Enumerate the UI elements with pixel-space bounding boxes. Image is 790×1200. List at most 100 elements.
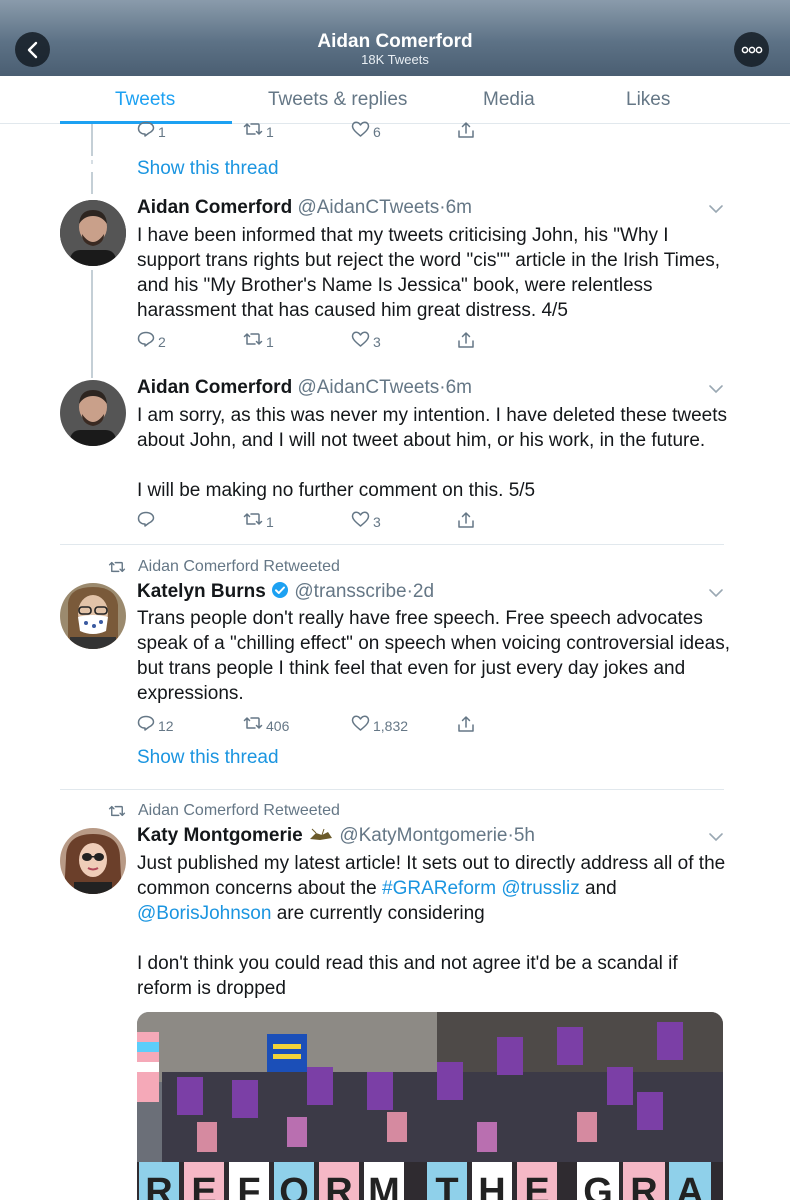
retweet-icon [243, 717, 263, 729]
chevron-down-icon[interactable] [708, 384, 724, 394]
tweet-line-text: and [579, 878, 617, 899]
tweet-author-line: Katelyn Burns @transscribe·2d [137, 581, 434, 603]
share-button[interactable] [457, 511, 475, 529]
avatar[interactable] [60, 380, 126, 446]
retweeted-by: Aidan Comerford Retweeted [108, 802, 340, 820]
reply-button[interactable]: 1 [137, 121, 166, 140]
svg-text:R: R [325, 1171, 352, 1200]
author-handle[interactable]: @transscribe [294, 581, 406, 602]
author-name[interactable]: Katelyn Burns [137, 581, 266, 602]
thread-line [91, 270, 93, 378]
svg-text:F: F [237, 1171, 260, 1200]
tweet-line: Just published my latest article! It set… [137, 853, 726, 874]
mention-link[interactable]: @BorisJohnson [137, 903, 271, 924]
author-handle[interactable]: @AidanCTweets [297, 197, 439, 218]
svg-text:M: M [368, 1171, 400, 1200]
tweet-media-photo[interactable]: R E F O R M T H E G R A [137, 1012, 723, 1200]
reply-icon [137, 511, 155, 527]
tweet-actions: 12 406 1,832 [137, 715, 497, 737]
tweet-line: I will be making no further comment on t… [137, 480, 536, 501]
cricket-emoji-icon [310, 828, 333, 840]
author-name[interactable]: Aidan Comerford [137, 197, 292, 218]
tweet-actions: 1 1 6 [137, 121, 497, 143]
tweet-line-text: common concerns about the [137, 878, 383, 899]
retweet-button[interactable]: 1 [243, 331, 274, 350]
tweet-line: about John, and I will not tweet about h… [137, 430, 706, 451]
profile-header: Aidan Comerford 18K Tweets [0, 0, 790, 76]
retweeted-label[interactable]: Aidan Comerford Retweeted [138, 558, 340, 576]
avatar-photo [60, 200, 126, 266]
profile-name: Aidan Comerford [317, 31, 473, 52]
like-button[interactable]: 1,832 [351, 715, 409, 734]
thread-line [91, 172, 93, 194]
reply-icon [137, 331, 155, 347]
retweet-button[interactable]: 1 [243, 511, 274, 530]
like-button[interactable]: 3 [351, 511, 381, 530]
reply-button[interactable] [137, 511, 158, 527]
avatar[interactable] [60, 828, 126, 894]
tweet-text: Trans people don't really have free spee… [137, 606, 737, 706]
svg-text:O: O [279, 1171, 309, 1200]
like-button[interactable]: 3 [351, 331, 381, 350]
svg-text:E: E [524, 1171, 549, 1200]
tweet-text: I am sorry, as this was never my intenti… [137, 403, 737, 503]
tweet-line: common concerns about the #GRAReform @tr… [137, 876, 747, 901]
profile-tabs: Tweets Tweets & replies Media Likes [0, 76, 790, 124]
like-count: 1,832 [373, 718, 409, 734]
show-thread-link[interactable]: Show this thread [137, 158, 279, 180]
svg-text:R: R [145, 1171, 172, 1200]
share-button[interactable] [457, 331, 475, 349]
reply-count: 1 [158, 124, 166, 140]
like-button[interactable]: 6 [351, 121, 381, 140]
tweet-time: ·2d [406, 581, 435, 602]
protest-photo: R E F O R M T H E G R A [137, 1012, 723, 1200]
retweet-icon [108, 561, 126, 573]
more-dots-icon [741, 46, 762, 53]
tab-media[interactable]: Media [483, 89, 535, 111]
retweet-icon [243, 123, 263, 135]
show-thread-link[interactable]: Show this thread [137, 747, 279, 769]
tweet-count: 18K Tweets [361, 52, 429, 67]
tweet-line: Trans people don't really have free spee… [137, 608, 703, 629]
retweet-count: 1 [266, 334, 274, 350]
reply-button[interactable]: 12 [137, 715, 174, 734]
mention-link[interactable]: @trussliz [501, 878, 579, 899]
tweet-time: ·6m [439, 377, 472, 398]
reply-count: 2 [158, 334, 166, 350]
retweet-button[interactable]: 406 [243, 715, 289, 734]
chevron-down-icon[interactable] [708, 204, 724, 214]
tab-tweets[interactable]: Tweets [115, 89, 175, 111]
heart-icon [351, 715, 370, 731]
thread-line-dots [91, 160, 93, 164]
retweet-button[interactable]: 1 [243, 121, 274, 140]
chevron-down-icon[interactable] [708, 588, 724, 598]
tweet-text: Just published my latest article! It set… [137, 851, 747, 1001]
divider [60, 544, 724, 545]
author-handle[interactable]: @AidanCTweets [297, 377, 439, 398]
author-handle[interactable]: @KatyMontgomerie [339, 825, 507, 846]
avatar[interactable] [60, 583, 126, 649]
hashtag-link[interactable]: #GRAReform [382, 878, 496, 899]
author-name[interactable]: Katy Montgomerie [137, 825, 303, 846]
tab-likes[interactable]: Likes [626, 89, 670, 111]
avatar[interactable] [60, 200, 126, 266]
share-icon [458, 716, 474, 732]
retweet-icon [108, 805, 126, 817]
tab-tweets-replies[interactable]: Tweets & replies [268, 89, 407, 111]
tweet-line: and his "My Brother's Name Is Jessica" b… [137, 275, 653, 296]
retweet-count: 1 [266, 124, 274, 140]
more-button[interactable] [734, 32, 769, 67]
thread-line [91, 124, 93, 156]
retweet-icon [243, 333, 263, 345]
reply-button[interactable]: 2 [137, 331, 166, 350]
share-button[interactable] [457, 121, 475, 139]
retweet-icon [243, 513, 263, 525]
like-count: 3 [373, 514, 381, 530]
share-button[interactable] [457, 715, 475, 733]
chevron-down-icon[interactable] [708, 832, 724, 842]
author-name[interactable]: Aidan Comerford [137, 377, 292, 398]
retweeted-label[interactable]: Aidan Comerford Retweeted [138, 802, 340, 820]
heart-icon [351, 511, 370, 527]
